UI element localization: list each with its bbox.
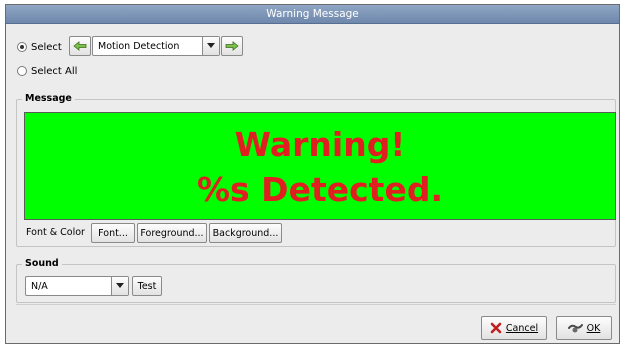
event-select[interactable]: Motion Detection [92, 36, 220, 56]
select-radio-label: Select [31, 41, 62, 53]
next-event-button[interactable] [221, 36, 243, 56]
foreground-button[interactable]: Foreground... [137, 223, 207, 243]
ok-check-icon [567, 324, 583, 333]
chevron-down-icon [207, 43, 215, 48]
background-button[interactable]: Background... [209, 223, 282, 243]
select-all-radio-button[interactable] [17, 66, 27, 76]
font-button[interactable]: Font... [91, 223, 135, 243]
message-preview: Warning! %s Detected. [24, 112, 616, 220]
footer-divider [16, 304, 616, 305]
radio-dot-icon [20, 45, 24, 49]
cancel-x-icon [490, 322, 502, 334]
cancel-button[interactable]: Cancel [481, 316, 547, 340]
event-select-dropdown[interactable] [202, 37, 219, 55]
select-all-radio-label: Select All [31, 65, 78, 77]
select-radio-button[interactable] [17, 42, 27, 52]
previous-event-button[interactable] [69, 36, 91, 56]
sound-select[interactable]: N/A [25, 276, 129, 296]
select-radio[interactable]: Select [17, 39, 62, 55]
preview-line-1: Warning! [234, 125, 406, 164]
window-title: Warning Message [6, 5, 619, 24]
ok-button-label: OK [586, 322, 601, 334]
event-select-value: Motion Detection [98, 40, 180, 52]
preview-line-2: %s Detected. [196, 170, 443, 209]
arrow-left-icon [73, 41, 87, 51]
test-sound-button[interactable]: Test [132, 276, 162, 296]
warning-message-dialog: Warning Message Select Motion Detection … [5, 4, 620, 344]
chevron-down-icon [116, 283, 124, 288]
sound-select-value: N/A [31, 280, 48, 292]
font-color-label: Font & Color [26, 227, 85, 238]
arrow-right-icon [225, 41, 239, 51]
select-all-radio[interactable]: Select All [17, 63, 77, 79]
ok-button[interactable]: OK [556, 316, 612, 340]
sound-select-dropdown[interactable] [111, 277, 128, 295]
cancel-button-label: Cancel [505, 322, 539, 334]
sound-section-title: Sound [22, 258, 62, 269]
message-section-title: Message [22, 93, 75, 104]
